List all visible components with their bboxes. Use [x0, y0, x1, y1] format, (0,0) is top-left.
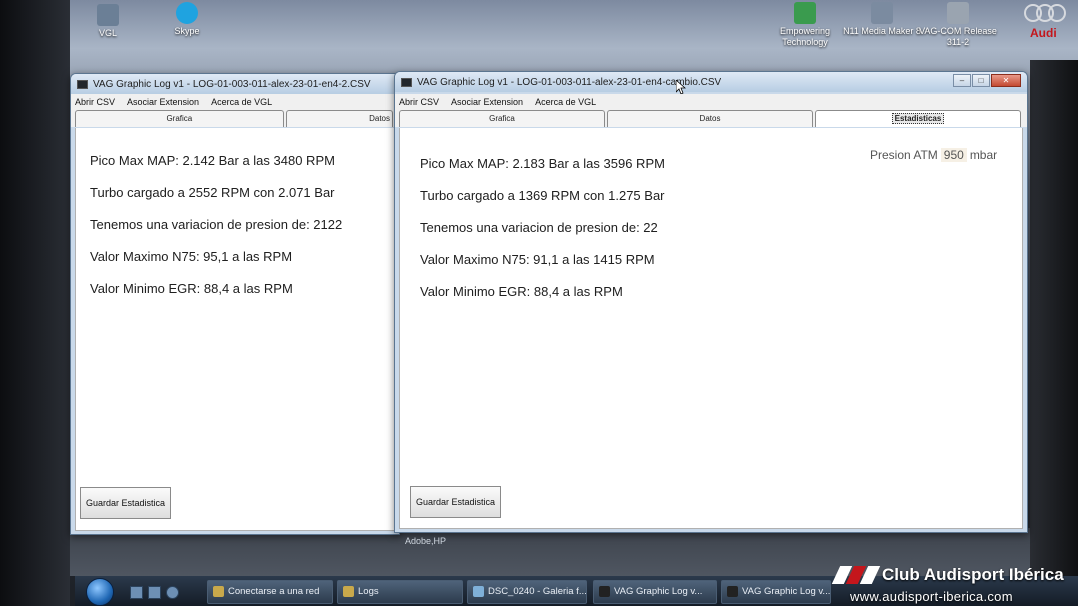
skype-icon	[176, 2, 198, 24]
window-back-titlebar[interactable]: VAG Graphic Log v1 - LOG-01-003-011-alex…	[71, 74, 399, 94]
tab-grafica[interactable]: Grafica	[399, 110, 605, 127]
desktop-icon-empowering[interactable]: Empowering Technology	[765, 2, 845, 48]
stat-variacion-presion: Tenemos una variacion de presion de: 212…	[90, 217, 343, 232]
tab-datos[interactable]: Datos	[607, 110, 813, 127]
stat-valor-maximo-n75: Valor Maximo N75: 91,1 a las 1415 RPM	[420, 252, 655, 267]
menu-abrir-csv[interactable]: Abrir CSV	[399, 97, 439, 107]
presion-atm-label: Presion ATM	[870, 148, 938, 162]
taskbar-item-network[interactable]: Conectarse a una red	[207, 580, 333, 604]
tab-grafica[interactable]: Grafica	[75, 110, 284, 127]
stat-pico-max-map: Pico Max MAP: 2.142 Bar a las 3480 RPM	[90, 153, 335, 168]
guardar-estadistica-button[interactable]: Guardar Estadistica	[80, 487, 172, 519]
tab-estadisticas[interactable]: Estadisticas	[815, 110, 1021, 127]
app-window-icon	[77, 79, 88, 89]
show-desktop-icon[interactable]	[130, 586, 143, 599]
mouse-pointer-icon	[676, 80, 686, 94]
desktop-icon-vag-com[interactable]: VAG-COM Release 311-2	[918, 2, 998, 48]
vgl-window-back[interactable]: VAG Graphic Log v1 - LOG-01-003-011-alex…	[70, 73, 400, 535]
window-back-menubar: Abrir CSV Asociar Extension Acerca de VG…	[71, 94, 399, 110]
desktop-left-shade	[0, 0, 70, 606]
menu-acerca-de[interactable]: Acerca de VGL	[535, 97, 596, 107]
window-front-tabs: Grafica Datos Estadisticas	[395, 110, 1027, 127]
stat-valor-minimo-egr: Valor Minimo EGR: 88,4 a las RPM	[90, 281, 293, 296]
window-back-stats-panel: Pico Max MAP: 2.142 Bar a las 3480 RPM T…	[75, 128, 395, 531]
menu-asociar-extension[interactable]: Asociar Extension	[451, 97, 523, 107]
club-audisport-watermark: Club Audisport Ibérica www.audisport-ibe…	[831, 564, 1078, 606]
desktop-icon-media-maker[interactable]: N11 Media Maker 8	[842, 2, 922, 37]
desktop-right-shade	[1030, 60, 1078, 580]
guardar-estadistica-button[interactable]: Guardar Estadistica	[410, 486, 502, 518]
window-controls: – □ ✕	[953, 74, 1021, 87]
app-window-icon	[401, 77, 412, 87]
start-button[interactable]	[86, 578, 114, 606]
vgl-app-icon	[97, 4, 119, 26]
vgl-window-front[interactable]: VAG Graphic Log v1 - LOG-01-003-011-alex…	[394, 71, 1028, 533]
taskbar-item-vgl-1[interactable]: VAG Graphic Log v...	[593, 580, 717, 604]
switch-windows-icon[interactable]	[148, 586, 161, 599]
desktop-icon-skype[interactable]: Skype	[147, 2, 227, 37]
tab-datos[interactable]: Datos	[285, 110, 393, 127]
window-back-tabs: Grafica Datos	[71, 110, 399, 127]
desktop-icon-vgl[interactable]: VGL	[68, 4, 148, 39]
vgl-app-icon	[727, 586, 738, 597]
window-front-menubar: Abrir CSV Asociar Extension Acerca de VG…	[395, 94, 1027, 110]
stat-variacion-presion: Tenemos una variacion de presion de: 22	[420, 220, 658, 235]
stat-turbo-cargado: Turbo cargado a 2552 RPM con 2.071 Bar	[90, 185, 335, 200]
presion-atm-input[interactable]: 950	[940, 148, 967, 162]
browser-icon[interactable]	[166, 586, 179, 599]
taskbar-item-photo-gallery[interactable]: DSC_0240 - Galeria f...	[467, 580, 587, 604]
taskbar-item-vgl-2[interactable]: VAG Graphic Log v...	[721, 580, 831, 604]
vag-com-icon	[947, 2, 969, 24]
menu-abrir-csv[interactable]: Abrir CSV	[75, 97, 115, 107]
close-icon[interactable]: ✕	[991, 74, 1021, 87]
minimize-icon[interactable]: –	[953, 74, 971, 87]
stat-pico-max-map: Pico Max MAP: 2.183 Bar a las 3596 RPM	[420, 156, 665, 171]
vgl-app-icon	[599, 586, 610, 597]
menu-acerca-de[interactable]: Acerca de VGL	[211, 97, 272, 107]
window-front-stats-panel: Presion ATM 950 mbar Pico Max MAP: 2.183 B…	[399, 128, 1023, 529]
taskbar-item-logs[interactable]: Logs	[337, 580, 463, 604]
empowering-technology-icon	[794, 2, 816, 24]
audisport-flag-logo	[831, 566, 881, 584]
menu-asociar-extension[interactable]: Asociar Extension	[127, 97, 199, 107]
desktop-label-adobe: Adobe,HP	[405, 536, 447, 546]
audi-logo: Audi	[1024, 2, 1078, 48]
window-back-title: VAG Graphic Log v1 - LOG-01-003-011-alex…	[93, 78, 371, 90]
folder-icon	[343, 586, 354, 597]
presion-atm-field: Presion ATM 950 mbar	[870, 148, 997, 162]
photo-icon	[473, 586, 484, 597]
watermark-url: www.audisport-iberica.com	[850, 589, 1013, 604]
watermark-title: Club Audisport Ibérica	[882, 565, 1064, 584]
media-maker-icon	[871, 2, 893, 24]
network-icon	[213, 586, 224, 597]
stat-valor-minimo-egr: Valor Minimo EGR: 88,4 a las RPM	[420, 284, 623, 299]
maximize-icon[interactable]: □	[972, 74, 990, 87]
stat-turbo-cargado: Turbo cargado a 1369 RPM con 1.275 Bar	[420, 188, 665, 203]
window-front-titlebar[interactable]: VAG Graphic Log v1 - LOG-01-003-011-alex…	[395, 72, 1027, 92]
presion-atm-unit: mbar	[969, 148, 998, 162]
stat-valor-maximo-n75: Valor Maximo N75: 95,1 a las RPM	[90, 249, 293, 264]
